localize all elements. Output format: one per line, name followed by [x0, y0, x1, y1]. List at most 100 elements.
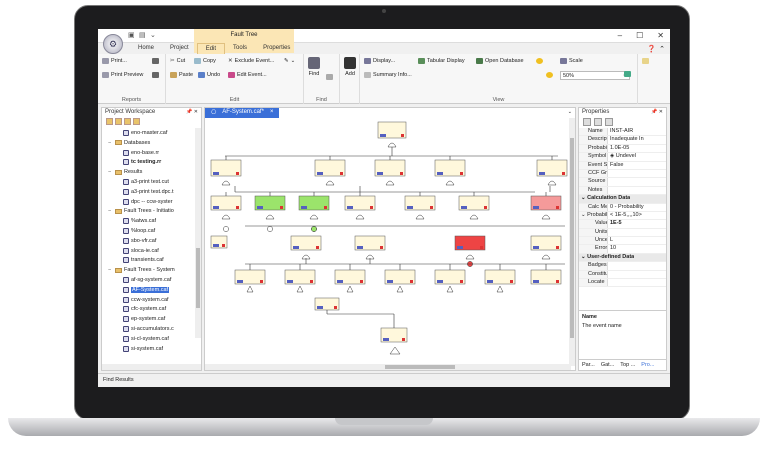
property-row[interactable]: Event StatFalse: [579, 161, 666, 170]
or-gate-icon[interactable]: [541, 254, 551, 260]
print-settings-button[interactable]: [152, 58, 159, 64]
property-row[interactable]: Unce L: [579, 237, 666, 246]
canvas-vscrollbar[interactable]: [569, 118, 575, 366]
qat-dropdown-icon[interactable]: ⌄: [150, 31, 158, 39]
tree-folder[interactable]: − Fault Trees - Initiatio: [108, 208, 174, 214]
tree-scrollbar[interactable]: [195, 128, 201, 338]
pin-icon[interactable]: 📌 ✕: [186, 109, 198, 115]
highlight-button[interactable]: [536, 58, 543, 64]
undeveloped-event-icon[interactable]: [346, 285, 354, 293]
pen-dropdown-button[interactable]: ✎ ⌄: [284, 58, 295, 64]
event-badge[interactable]: [237, 280, 243, 283]
event-badge[interactable]: [257, 206, 263, 209]
property-row[interactable]: Name INST-AIR: [579, 128, 666, 137]
print-preview-button[interactable]: Print Preview: [102, 72, 143, 78]
tree-file[interactable]: ep-system.caf: [116, 316, 165, 323]
tree-file[interactable]: a3-print test.cut: [116, 179, 169, 185]
property-row[interactable]: Badges: [579, 262, 666, 271]
property-value[interactable]: [607, 279, 666, 287]
or-gate-icon[interactable]: [385, 180, 395, 186]
close-icon[interactable]: ✕: [657, 31, 664, 40]
tabular-display-button[interactable]: Tabular Display: [418, 58, 465, 64]
expand-toggle-icon[interactable]: −: [108, 169, 113, 175]
basic-event-icon[interactable]: [311, 226, 317, 232]
tab-properties-panel[interactable]: Pro...: [641, 362, 654, 368]
tree-file[interactable]: AF-System.caf: [116, 286, 170, 293]
property-value[interactable]: ◈ Undevel: [607, 153, 666, 161]
categorized-icon[interactable]: [583, 118, 591, 126]
property-row[interactable]: Source: [579, 178, 666, 187]
print-button[interactable]: Print...: [102, 58, 127, 64]
tab-tools[interactable]: Tools: [225, 43, 255, 54]
event-marker[interactable]: [400, 172, 403, 175]
property-row[interactable]: Units: [579, 228, 666, 238]
or-gate-icon[interactable]: [265, 214, 275, 220]
transfer-gate-icon[interactable]: [389, 346, 401, 355]
add-button[interactable]: Add: [342, 57, 358, 77]
add-file-icon[interactable]: [124, 118, 131, 125]
tree-file[interactable]: %atws.caf: [116, 218, 156, 225]
event-marker[interactable]: [556, 246, 559, 249]
property-row[interactable]: Notes: [579, 186, 666, 196]
maximize-icon[interactable]: ☐: [636, 31, 643, 40]
undo-button[interactable]: Undo: [198, 72, 220, 78]
event-marker[interactable]: [236, 206, 239, 209]
property-row[interactable]: Value1E-5: [579, 220, 666, 229]
edit-event-button[interactable]: Edit Event...: [228, 72, 267, 78]
copy-button[interactable]: Copy: [194, 58, 216, 64]
canvas-hscrollbar[interactable]: [205, 364, 571, 370]
find-button[interactable]: Find: [306, 57, 322, 77]
properties-pin-icon[interactable]: 📌 ✕: [651, 109, 663, 115]
event-marker[interactable]: [324, 206, 327, 209]
event-badge[interactable]: [317, 172, 323, 175]
or-gate-icon[interactable]: [309, 214, 319, 220]
or-gate-icon[interactable]: [325, 180, 335, 186]
property-value[interactable]: L: [607, 237, 666, 245]
event-marker[interactable]: [222, 244, 225, 247]
or-gate-icon[interactable]: [465, 254, 475, 260]
event-badge[interactable]: [377, 172, 383, 175]
doc-close-icon[interactable]: ×: [270, 109, 274, 117]
event-marker[interactable]: [260, 280, 263, 283]
event-marker[interactable]: [370, 206, 373, 209]
property-row[interactable]: Probabilit1.0E-05: [579, 144, 666, 154]
property-row[interactable]: ⌄ Probabilit< 1E-5,,,,10>: [579, 211, 666, 221]
scroll-thumb[interactable]: [196, 248, 200, 308]
event-badge[interactable]: [347, 206, 353, 209]
zoom-color-button[interactable]: [546, 72, 553, 78]
doc-tab[interactable]: ⎔ AF-System.caf* ×: [205, 108, 280, 118]
undeveloped-event-icon[interactable]: [396, 285, 404, 293]
save-icon[interactable]: ▤: [139, 31, 147, 39]
cut-button[interactable]: ✂ Cut: [170, 58, 185, 64]
event-marker[interactable]: [460, 172, 463, 175]
event-badge[interactable]: [357, 246, 363, 249]
event-marker[interactable]: [340, 172, 343, 175]
tree-file[interactable]: ccw-system.caf: [116, 296, 169, 303]
event-marker[interactable]: [280, 206, 283, 209]
expand-toggle-icon[interactable]: −: [108, 267, 113, 273]
property-row[interactable]: CCF Grou: [579, 169, 666, 179]
property-value[interactable]: [607, 262, 666, 270]
folder-icon[interactable]: [133, 118, 140, 125]
minimize-icon[interactable]: –: [618, 31, 622, 40]
tree-folder[interactable]: − Results: [108, 169, 142, 175]
event-badge[interactable]: [437, 172, 443, 175]
event-marker[interactable]: [460, 280, 463, 283]
or-gate-icon[interactable]: [355, 214, 365, 220]
property-row[interactable]: Locate: [579, 279, 666, 288]
or-gate-icon[interactable]: [541, 214, 551, 220]
event-marker[interactable]: [410, 280, 413, 283]
property-row[interactable]: Error 10: [579, 245, 666, 254]
fault-tree-canvas[interactable]: [205, 118, 571, 364]
event-badge[interactable]: [461, 206, 467, 209]
event-marker[interactable]: [484, 206, 487, 209]
help-icon[interactable]: ❓: [647, 45, 656, 53]
event-badge[interactable]: [457, 246, 463, 249]
event-badge[interactable]: [383, 338, 389, 341]
tree-folder[interactable]: − Fault Trees - System: [108, 267, 175, 273]
event-badge[interactable]: [407, 206, 413, 209]
or-gate-icon[interactable]: [415, 214, 425, 220]
property-value[interactable]: [607, 228, 666, 237]
or-gate-icon[interactable]: [445, 180, 455, 186]
property-value[interactable]: Inadequate In: [607, 136, 666, 144]
